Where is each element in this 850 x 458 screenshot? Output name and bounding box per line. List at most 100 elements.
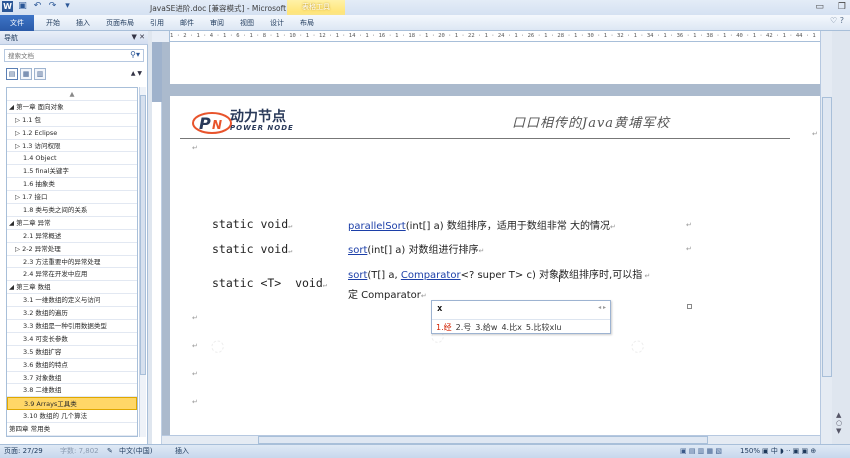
toc-item[interactable]: 3.9 Arrays工具类	[7, 397, 137, 411]
ime-page-arrows[interactable]: ◂ ▸	[598, 304, 606, 311]
svg-text:P: P	[199, 114, 211, 133]
horizontal-scroll-thumb[interactable]	[258, 436, 708, 444]
nav-close-icon[interactable]: ▼ ✕	[132, 33, 145, 41]
view-buttons[interactable]: ▣ ▤ ▥ ▦ ▧	[680, 445, 722, 458]
ime-candidate[interactable]: 4.比x	[501, 322, 521, 333]
toc-item[interactable]: 1.5 final关键字	[7, 165, 137, 179]
ime-candidate[interactable]: 2.号	[456, 322, 472, 333]
toc-item[interactable]: 3.2 数组的遍历	[7, 307, 137, 321]
tab-references[interactable]: 引用	[142, 15, 172, 31]
toc-item[interactable]: ▷ 1.7 接口	[7, 191, 137, 205]
horizontal-ruler[interactable]: 1 · 2 · 1 · 4 · 1 · 6 · 1 · 8 · 1 · 10 ·…	[170, 31, 820, 42]
browse-object-icon[interactable]: ▲ ○ ▼	[836, 411, 842, 435]
document-area[interactable]: ◌ ◌ ◌ P N 动力节点 POWER NODE 口口相传的Java黄埔军校 …	[162, 42, 820, 435]
nav-search-input[interactable]	[5, 50, 123, 61]
paragraph-mark: ↵	[192, 314, 198, 322]
window-controls: ▭ ❐	[815, 2, 846, 12]
toc-item[interactable]: ◢ 第一章 面向对象	[7, 101, 137, 114]
customize-toolbar-icon[interactable]: ▾	[62, 1, 73, 12]
method-link[interactable]: sort	[348, 270, 367, 281]
toc-item[interactable]: 1.8 类与类之间的关系	[7, 204, 137, 217]
redo-icon[interactable]: ↷	[47, 1, 58, 12]
document-scroll-thumb[interactable]	[822, 97, 832, 377]
tab-mailings[interactable]: 邮件	[172, 15, 202, 31]
method-link[interactable]: sort	[348, 245, 367, 256]
nav-scrollbar[interactable]	[139, 87, 146, 437]
tab-view[interactable]: 视图	[232, 15, 262, 31]
toc-item[interactable]: 2.3 方法重要中的异常处理	[7, 256, 137, 269]
row1-description: parallelSort(int[] a) 数组排序，适用于数组非常 大的情况↵	[348, 221, 616, 232]
toc-item[interactable]: 3.7 对象数组	[7, 372, 137, 385]
zoom-level[interactable]: 150%	[740, 445, 760, 458]
toc-item[interactable]: 1.6 抽象类	[7, 178, 137, 192]
language[interactable]: 中文(中国)	[119, 445, 152, 458]
tab-review[interactable]: 审阅	[202, 15, 232, 31]
watermark: ◌	[626, 333, 648, 358]
paragraph-mark: ↵	[812, 130, 818, 138]
document-vertical-scrollbar[interactable]	[820, 31, 832, 444]
restore-icon[interactable]: ❐	[838, 2, 846, 12]
toc-item[interactable]: 3.5 数组扩容	[7, 346, 137, 359]
tab-design[interactable]: 设计	[262, 15, 292, 31]
toc-item[interactable]: ◢ 第三章 数组	[7, 281, 137, 295]
toc-item[interactable]: ▷ 1.1 包	[7, 114, 137, 127]
toc-item[interactable]: 2.1 异常概述	[7, 230, 137, 243]
toc-item[interactable]: ▷ 2-2 异常处理	[7, 243, 137, 256]
pages-view-icon[interactable]: ▦	[20, 68, 32, 80]
toc-item[interactable]: ▷ 1.2 Eclipse	[7, 127, 137, 140]
logo-swoosh-icon: P N	[192, 112, 232, 134]
page-count[interactable]: 页面: 27/29	[4, 445, 43, 458]
word-count[interactable]: 字数: 7,802	[60, 445, 99, 458]
toc-item[interactable]: 3.10 数组的 几个算法	[7, 410, 137, 424]
ime-candidate-window: x ◂ ▸ 1.经 2.号 3.给w 4.比x 5.比较xlu	[431, 300, 611, 334]
toc-item[interactable]: ◢ 第二章 异常	[7, 217, 137, 230]
undo-icon[interactable]: ↶	[32, 1, 43, 12]
insert-mode[interactable]: 插入	[175, 445, 189, 458]
nav-scroll-thumb[interactable]	[140, 95, 146, 375]
save-icon[interactable]: ▣	[17, 1, 28, 12]
toc-item[interactable]: 第四章 常用类	[7, 423, 137, 436]
search-icon[interactable]: ⚲▾	[130, 50, 140, 59]
document-horizontal-scrollbar[interactable]	[162, 435, 820, 444]
ruler-toggle[interactable]	[152, 31, 170, 42]
toc-item[interactable]: 3.8 二维数组	[7, 384, 137, 398]
ime-candidate[interactable]: 5.比较xlu	[526, 322, 562, 333]
word-app-icon[interactable]: W	[2, 1, 13, 12]
toc-item[interactable]: 2.4 异常在开发中应用	[7, 268, 137, 282]
nav-search-box[interactable]: ⚲▾	[4, 49, 144, 62]
ime-candidate[interactable]: 1.经	[436, 322, 452, 333]
toc-scroll-top-icon[interactable]: ▲	[7, 88, 137, 101]
company-logo: P N 动力节点 POWER NODE	[192, 108, 294, 134]
results-view-icon[interactable]: ▥	[34, 68, 46, 80]
svg-text:N: N	[212, 118, 222, 132]
proofing-icon[interactable]: ✎	[107, 445, 113, 458]
toc-item[interactable]: 3.4 可变长参数	[7, 333, 137, 346]
navigation-pane: 导航 ▼ ✕ ⚲▾ ▤ ▦ ▥ ▲ ▼ ▲◢ 第一章 面向对象▷ 1.1 包▷ …	[0, 31, 148, 444]
toc-item[interactable]: 3.1 一维数组的定义与访问	[7, 294, 137, 308]
tab-file[interactable]: 文件	[0, 14, 34, 31]
ime-status-icon[interactable]: ▣ 中 ◗ ·· ▣ ▣ ⊕	[762, 445, 816, 458]
quick-access-toolbar: W ▣ ↶ ↷ ▾	[2, 1, 73, 12]
toc-item[interactable]: 3.6 数组的特点	[7, 359, 137, 372]
ribbon-tabs: 文件 开始 插入 页面布局 引用 邮件 审阅 视图 设计 布局	[0, 14, 850, 31]
watermark: ◌	[206, 333, 228, 358]
ime-candidate[interactable]: 3.给w	[475, 322, 497, 333]
tab-page-layout[interactable]: 页面布局	[98, 15, 142, 31]
comparator-link[interactable]: Comparator	[401, 270, 461, 281]
toc-item[interactable]: 3.3 数组是一种引用数据类型	[7, 320, 137, 333]
title-bar: W ▣ ↶ ↷ ▾ JavaSE进阶.doc [兼容模式] - Microsof…	[0, 0, 850, 15]
tab-home[interactable]: 开始	[38, 15, 68, 31]
minimize-icon[interactable]: ▭	[815, 2, 824, 12]
table-resize-handle[interactable]	[687, 304, 692, 309]
vertical-ruler[interactable]	[152, 42, 162, 444]
toc-list: ▲ ◢ 第一章 面向对象 ▷ 1.1 包 ▷ 1.2 Eclipse ▷ 1.3 访问权…	[6, 87, 138, 437]
toc-item[interactable]: ▷ 1.3 访问权限	[7, 140, 137, 153]
headings-view-icon[interactable]: ▤	[6, 68, 18, 80]
row1-modifier: static void↵	[212, 217, 293, 231]
method-link[interactable]: parallelSort	[348, 221, 406, 232]
tab-insert[interactable]: 插入	[68, 15, 98, 31]
help-icon[interactable]: ♡ ?	[830, 16, 844, 25]
tab-layout[interactable]: 布局	[292, 15, 322, 31]
nav-prev-next[interactable]: ▲ ▼	[131, 70, 142, 77]
toc-item[interactable]: 1.4 Object	[7, 152, 137, 166]
